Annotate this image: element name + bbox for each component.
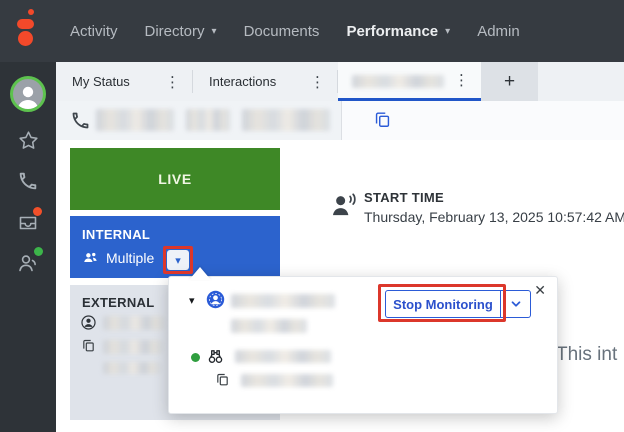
contact-actions-bar [341,101,624,140]
person-icon [16,83,40,109]
nav-item-directory[interactable]: Directory ▾ [145,23,217,40]
tab-label: My Status [72,74,130,89]
stop-monitoring-button[interactable]: Stop Monitoring [385,290,501,318]
tab-my-status[interactable]: My Status ⋮ [56,62,192,101]
inbox-icon[interactable] [0,211,56,235]
internal-sub-label: Multiple [106,250,154,266]
nav-item-activity[interactable]: Activity [70,23,118,40]
app-window: Activity Directory ▾ Documents Performan… [0,0,624,432]
kebab-menu-icon[interactable]: ⋮ [308,73,327,91]
start-time-value: Thursday, February 13, 2025 10:57:42 AM [364,209,624,225]
add-tab-button[interactable]: + [481,62,538,101]
copy-icon [81,338,96,353]
internal-participant-panel[interactable]: INTERNAL Multiple ▾ [70,216,280,278]
speaking-person-icon [331,193,358,218]
redacted-agent-detail [231,319,307,333]
nav-item-performance[interactable]: Performance ▾ [346,23,450,40]
redacted-phone-number [242,109,330,131]
monitored-agent-icon [206,290,225,309]
internal-label: INTERNAL [82,227,150,242]
redacted-phone-number [186,109,230,131]
copy-icon [215,372,230,387]
tab-active-interaction[interactable]: ⋮ [338,62,481,101]
stop-monitoring-split-button: Stop Monitoring [385,290,531,318]
redacted-external-info [103,362,161,374]
binoculars-icon [206,347,225,366]
redacted-external-number [103,340,163,354]
kebab-menu-icon[interactable]: ⋮ [163,73,182,91]
tab-label: Interactions [209,74,276,89]
external-label: EXTERNAL [82,295,154,310]
nav-label: Performance [346,23,438,40]
nav-label: Documents [244,23,320,40]
caret-down-icon: ▾ [445,25,450,37]
live-label: LIVE [158,171,192,187]
contact-info-bar [56,101,341,140]
redacted-monitor-name [235,350,331,363]
collapse-caret-icon[interactable]: ▾ [189,294,195,307]
nav-menu: Activity Directory ▾ Documents Performan… [70,0,520,62]
start-time-label: START TIME [364,190,444,205]
agents-icon[interactable] [0,251,56,275]
person-circle-icon [80,314,97,331]
handset-icon [70,110,91,131]
monitoring-popup: ✕ ▾ Stop Monitoring [168,276,558,414]
redacted-external-name [103,316,165,330]
genesys-logo-icon [15,7,41,49]
nav-item-admin[interactable]: Admin [477,23,520,40]
phone-icon[interactable] [0,170,56,192]
expand-participants-button[interactable]: ▾ [167,250,189,270]
nav-label: Directory [145,23,205,40]
live-status-panel[interactable]: LIVE [70,148,280,210]
redacted-phone-number [96,109,174,131]
close-icon[interactable]: ✕ [534,282,546,299]
copy-icon[interactable] [373,110,392,129]
presence-badge [34,247,43,256]
stop-monitoring-label: Stop Monitoring [393,297,493,312]
user-avatar[interactable] [10,76,46,112]
redacted-tab-label [352,75,444,88]
chevron-down-icon [509,297,523,311]
stop-monitoring-dropdown[interactable] [501,290,531,318]
notification-badge [33,207,42,216]
nav-label: Activity [70,23,118,40]
caret-down-icon: ▾ [212,25,217,37]
favorites-star-icon[interactable] [0,129,56,152]
tab-interactions[interactable]: Interactions ⋮ [193,62,337,101]
plus-icon: + [504,71,515,93]
redacted-monitor-number [241,374,333,387]
redacted-agent-name [231,294,335,308]
tab-bar: My Status ⋮ Interactions ⋮ ⋮ + [56,62,624,101]
kebab-menu-icon[interactable]: ⋮ [452,71,471,89]
popup-caret [189,267,211,280]
clipped-info-text: This int [556,344,617,366]
presence-dot [191,353,200,362]
nav-item-documents[interactable]: Documents [244,23,320,40]
multiple-people-icon [82,249,99,266]
nav-label: Admin [477,23,520,40]
caret-down-icon: ▾ [175,254,181,267]
top-nav: Activity Directory ▾ Documents Performan… [0,0,624,62]
